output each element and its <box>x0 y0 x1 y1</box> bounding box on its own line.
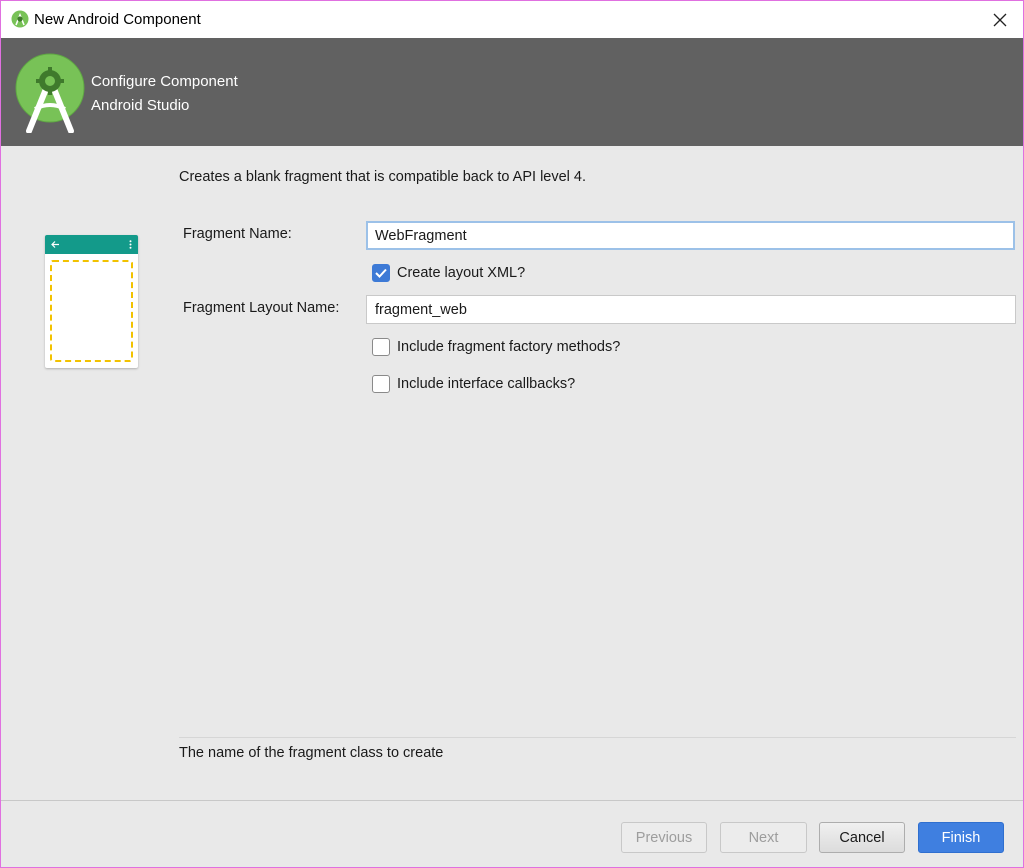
fragment-name-input[interactable] <box>366 221 1015 250</box>
title-bar: New Android Component <box>1 1 1023 38</box>
include-factory-methods-label: Include fragment factory methods? <box>397 339 621 355</box>
cancel-button[interactable]: Cancel <box>819 822 905 853</box>
include-interface-callbacks-label: Include interface callbacks? <box>397 376 576 392</box>
include-factory-methods-checkbox[interactable] <box>372 338 390 356</box>
banner-title: Configure Component <box>91 73 238 90</box>
banner-subtitle: Android Studio <box>91 97 190 114</box>
create-layout-xml-checkbox[interactable] <box>372 264 390 282</box>
include-interface-callbacks-checkbox[interactable] <box>372 375 390 393</box>
finish-button[interactable]: Finish <box>918 822 1004 853</box>
fragment-layout-name-input[interactable] <box>366 295 1016 324</box>
include-factory-methods-checkbox-row[interactable]: Include fragment factory methods? <box>372 338 620 356</box>
previous-button[interactable]: Previous <box>621 822 707 853</box>
back-arrow-icon <box>51 241 59 248</box>
overflow-menu-icon <box>129 240 132 249</box>
header-banner: Configure Component Android Studio <box>1 38 1023 146</box>
template-description: Creates a blank fragment that is compati… <box>179 169 587 185</box>
close-icon <box>993 13 1007 26</box>
window-title: New Android Component <box>34 11 201 28</box>
dialog-window: New Android Component Configure Componen… <box>0 0 1024 868</box>
android-studio-logo <box>15 53 85 133</box>
android-studio-small-icon <box>11 10 29 28</box>
fragment-preview-thumbnail <box>45 235 138 368</box>
close-button[interactable] <box>977 1 1023 38</box>
checkmark-icon <box>375 268 387 278</box>
hint-divider <box>179 737 1016 738</box>
footer-divider <box>1 800 1023 801</box>
create-layout-xml-checkbox-row[interactable]: Create layout XML? <box>372 264 525 282</box>
create-layout-xml-label: Create layout XML? <box>397 265 526 281</box>
preview-app-bar <box>45 235 138 254</box>
fragment-placeholder <box>50 260 133 362</box>
fragment-layout-name-label: Fragment Layout Name: <box>183 300 340 316</box>
fragment-name-label: Fragment Name: <box>183 226 292 242</box>
next-button[interactable]: Next <box>720 822 807 853</box>
include-interface-callbacks-checkbox-row[interactable]: Include interface callbacks? <box>372 375 575 393</box>
field-hint-text: The name of the fragment class to create <box>179 745 444 761</box>
